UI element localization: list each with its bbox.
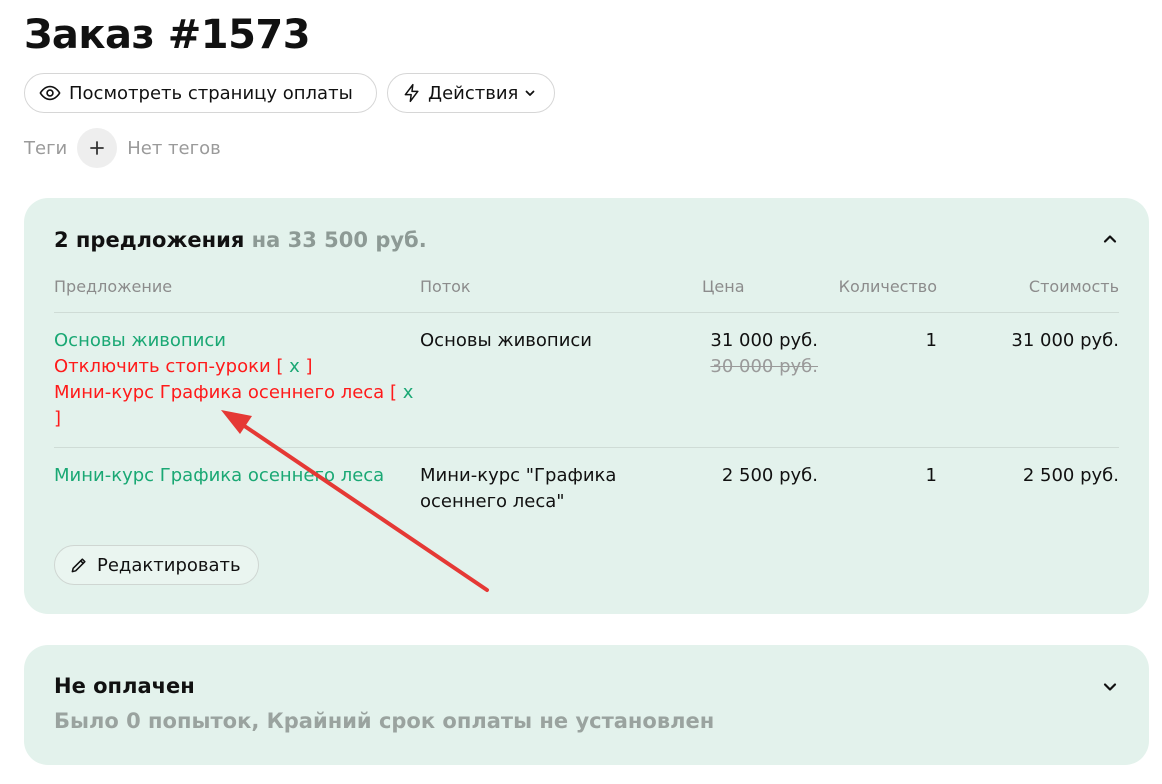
payment-status: Не оплачен xyxy=(54,674,195,698)
eye-icon xyxy=(39,85,61,101)
quantity-cell: 1 xyxy=(925,330,937,351)
remove-option-button[interactable]: x xyxy=(289,356,300,377)
lightning-icon xyxy=(404,83,419,103)
column-header-price: Цена xyxy=(702,277,745,296)
price-cell: 31 000 руб. 30 000 руб. xyxy=(638,328,818,380)
edit-label: Редактировать xyxy=(97,554,241,576)
column-header-offer: Предложение xyxy=(54,277,173,296)
remove-option-bracket: ] xyxy=(54,408,62,429)
chevron-up-icon[interactable] xyxy=(1101,230,1119,248)
tags-row: Теги Нет тегов xyxy=(24,128,221,168)
offer-option: Отключить стоп-уроки [ x ] xyxy=(54,354,414,380)
price-value: 31 000 руб. xyxy=(710,330,818,351)
page-title: Заказ #1573 xyxy=(24,12,311,58)
offers-card: 2 предложения на 33 500 руб. Предложение… xyxy=(24,198,1149,614)
offers-sum: на 33 500 руб. xyxy=(251,228,427,252)
offer-option: Мини-курс Графика осеннего леса [ x ] xyxy=(54,380,414,432)
offer-option-label: Мини-курс Графика осеннего леса xyxy=(54,382,385,403)
plus-icon xyxy=(90,141,105,155)
remove-option-bracket: [ xyxy=(276,356,284,377)
table-divider xyxy=(54,312,1119,313)
offer-link[interactable]: Основы живописи xyxy=(54,328,414,354)
payment-card: Не оплачен Было 0 попыток, Крайний срок … xyxy=(24,645,1149,765)
table-divider xyxy=(54,447,1119,448)
remove-option-bracket: ] xyxy=(305,356,313,377)
column-header-total: Стоимость xyxy=(1028,277,1119,296)
quantity-cell: 1 xyxy=(925,465,937,486)
edit-button[interactable]: Редактировать xyxy=(54,545,259,585)
payment-details: Было 0 попыток, Крайний срок оплаты не у… xyxy=(54,709,715,733)
offers-count: 2 предложения xyxy=(54,228,245,252)
stream-line: осеннего леса" xyxy=(420,491,565,512)
table-row: Основы живописи Отключить стоп-уроки [ x… xyxy=(54,328,414,432)
price-cell: 2 500 руб. xyxy=(721,465,818,486)
stream-cell: Основы живописи xyxy=(420,330,592,351)
view-payment-page-label: Посмотреть страницу оплаты xyxy=(69,82,353,104)
pencil-icon xyxy=(71,558,86,573)
view-payment-page-button[interactable]: Посмотреть страницу оплаты xyxy=(24,73,377,113)
no-tags-text: Нет тегов xyxy=(127,137,221,159)
total-cell: 31 000 руб. xyxy=(1011,330,1119,351)
column-header-quantity: Количество xyxy=(838,277,937,296)
offer-link[interactable]: Мини-курс Графика осеннего леса xyxy=(54,463,414,489)
tags-label: Теги xyxy=(24,137,68,159)
offers-summary: 2 предложения на 33 500 руб. xyxy=(54,228,427,252)
actions-label: Действия xyxy=(428,82,519,104)
remove-option-button[interactable]: x xyxy=(403,382,414,403)
chevron-down-icon[interactable] xyxy=(1101,678,1119,696)
add-tag-button[interactable] xyxy=(77,128,118,168)
chevron-down-icon xyxy=(525,90,535,96)
offer-option-label: Отключить стоп-уроки xyxy=(54,356,271,377)
old-price-value: 30 000 руб. xyxy=(710,356,818,377)
remove-option-bracket: [ xyxy=(389,382,397,403)
actions-dropdown-button[interactable]: Действия xyxy=(387,73,555,113)
total-cell: 2 500 руб. xyxy=(1022,465,1119,486)
column-header-stream: Поток xyxy=(420,277,471,296)
